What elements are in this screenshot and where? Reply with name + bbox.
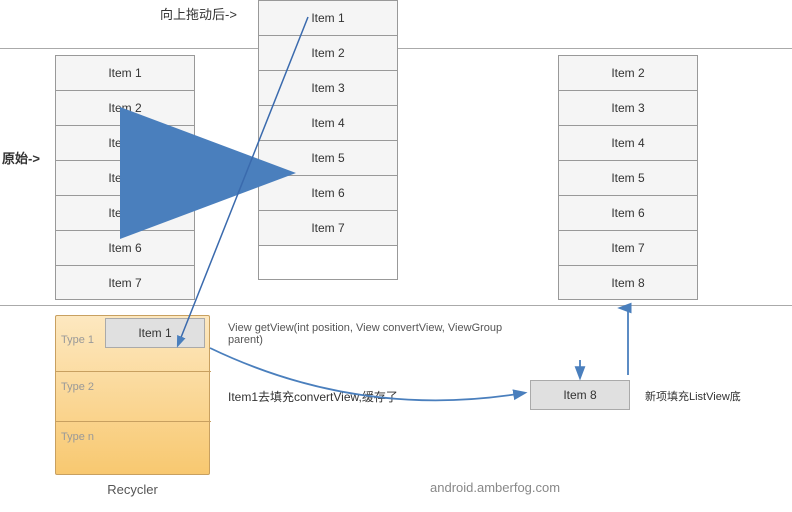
list-item: Item 7 <box>258 210 398 245</box>
list-item: Item 1 <box>55 55 195 90</box>
list-item: Item 2 <box>55 90 195 125</box>
list-item: Item 3 <box>558 90 698 125</box>
list-item: Item 2 <box>558 55 698 90</box>
list-item: Item 5 <box>258 140 398 175</box>
list-item: Item 3 <box>55 125 195 160</box>
item8-box: Item 8 <box>530 380 630 410</box>
type1-line <box>56 371 211 372</box>
list-right: Item 2 Item 3 Item 4 Item 5 Item 6 Item … <box>558 55 698 300</box>
list-item: Item 2 <box>258 35 398 70</box>
list-item: Item 5 <box>55 195 195 230</box>
list-item: Item 5 <box>558 160 698 195</box>
list-item: Item 6 <box>558 195 698 230</box>
label-after-drag: 向上拖动后-> <box>160 4 237 23</box>
list-item: Item 4 <box>55 160 195 195</box>
list-item: Item 3 <box>258 70 398 105</box>
list-item: Item 4 <box>558 125 698 160</box>
list-original: Item 1 Item 2 Item 3 Item 4 Item 5 Item … <box>55 55 195 300</box>
item1-fill-text: Item1去填充convertView,缓存了 <box>228 388 498 405</box>
hline-bottom <box>0 305 792 306</box>
type2-line <box>56 421 211 422</box>
recycler-item1: Item 1 <box>105 318 205 348</box>
label-original: 原始-> <box>2 148 40 167</box>
list-item: Item 1 <box>258 0 398 35</box>
list-item: Item 4 <box>258 105 398 140</box>
type1-label: Type 1 <box>61 334 94 346</box>
new-fill-text: 新项填充ListView底 <box>645 388 785 404</box>
getview-text: View getView(int position, View convertV… <box>228 322 518 346</box>
recycler-label: Recycler <box>55 482 210 497</box>
list-item: Item 6 <box>55 230 195 265</box>
list-item: Item 7 <box>55 265 195 300</box>
typen-label: Type n <box>61 431 94 443</box>
list-item-empty <box>258 245 398 280</box>
list-middle: Item 1 Item 2 Item 3 Item 4 Item 5 Item … <box>258 0 398 280</box>
type2-label: Type 2 <box>61 381 94 393</box>
main-container: 原始-> 向上拖动后-> Item 1 Item 2 Item 3 Item 4… <box>0 0 792 512</box>
list-item: Item 7 <box>558 230 698 265</box>
list-item: Item 6 <box>258 175 398 210</box>
website-text: android.amberfog.com <box>430 480 560 495</box>
list-item: Item 8 <box>558 265 698 300</box>
